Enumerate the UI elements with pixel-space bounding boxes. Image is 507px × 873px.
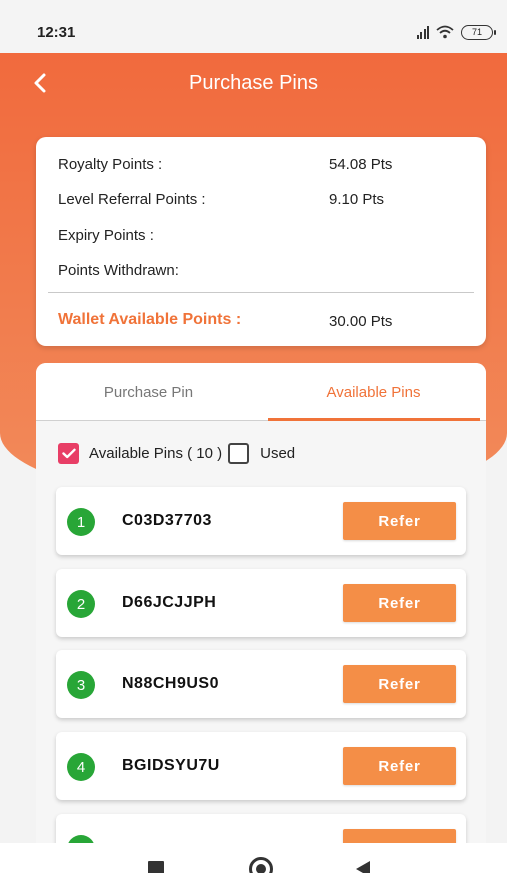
available-pins-checkbox[interactable]: [58, 442, 79, 464]
pin-card: 2 D66JCJJPH Refer: [56, 569, 466, 637]
pin-number-badge: 4: [67, 753, 95, 781]
used-label: Used: [260, 444, 296, 462]
level-referral-points-value: 9.10 Pts: [329, 191, 385, 208]
recent-apps-icon[interactable]: [148, 861, 164, 873]
pin-code: C03D37703: [122, 512, 212, 529]
royalty-points-value: 54.08 Pts: [329, 156, 393, 173]
pin-card-partial: [56, 814, 466, 843]
page-title: Purchase Pins: [189, 72, 318, 94]
status-time: 12:31: [37, 24, 76, 41]
used-checkbox[interactable]: [228, 442, 250, 464]
back-icon[interactable]: [355, 860, 371, 873]
pin-number-badge: 1: [67, 508, 95, 536]
available-pins-label: Available Pins ( 10 ): [89, 444, 223, 462]
battery-icon: 71: [461, 24, 496, 40]
wallet-available-points-value: 30.00 Pts: [329, 313, 393, 330]
refer-button[interactable]: Refer: [343, 747, 456, 785]
pin-card: 4 BGIDSYU7U Refer: [56, 732, 466, 800]
status-icons: 71: [416, 22, 496, 42]
refer-button[interactable]: Refer: [343, 502, 456, 540]
home-icon[interactable]: [249, 857, 273, 873]
expiry-points-label: Expiry Points :: [58, 227, 154, 244]
points-withdrawn-label: Points Withdrawn:: [58, 262, 179, 279]
pin-number-badge: 2: [67, 590, 95, 618]
battery-level: 71: [471, 27, 482, 37]
tab-bar: Purchase Pin Available Pins: [36, 363, 486, 421]
wallet-available-points-label: Wallet Available Points :: [58, 311, 242, 328]
active-tab-indicator: [268, 418, 480, 421]
tab-purchase-pin[interactable]: Purchase Pin: [36, 363, 261, 421]
pin-code: N88CH9US0: [122, 675, 219, 692]
status-bar: 12:31 71: [0, 0, 507, 53]
royalty-points-label: Royalty Points :: [58, 156, 163, 173]
pin-number-badge: [67, 835, 95, 843]
points-divider: [48, 292, 474, 293]
pin-number-badge: 3: [67, 671, 95, 699]
pin-code: D66JCJJPH: [122, 594, 217, 611]
wifi-icon: [436, 25, 454, 39]
level-referral-points-label: Level Referral Points :: [58, 191, 206, 208]
checkmark-icon: [61, 448, 76, 458]
points-summary-card: Royalty Points : 54.08 Pts Level Referra…: [36, 137, 486, 346]
refer-button[interactable]: Refer: [343, 665, 456, 703]
navigation-bar: [0, 843, 507, 873]
pin-card: 1 C03D37703 Refer: [56, 487, 466, 555]
pin-code: BGIDSYU7U: [122, 757, 220, 774]
refer-button[interactable]: [343, 829, 456, 843]
pin-card: 3 N88CH9US0 Refer: [56, 650, 466, 718]
pins-panel: Purchase Pin Available Pins Available Pi…: [36, 363, 486, 843]
pin-filter-row: Available Pins ( 10 ) Used: [58, 442, 295, 464]
signal-icon: [416, 25, 429, 39]
refer-button[interactable]: Refer: [343, 584, 456, 622]
tab-available-pins[interactable]: Available Pins: [261, 363, 486, 421]
